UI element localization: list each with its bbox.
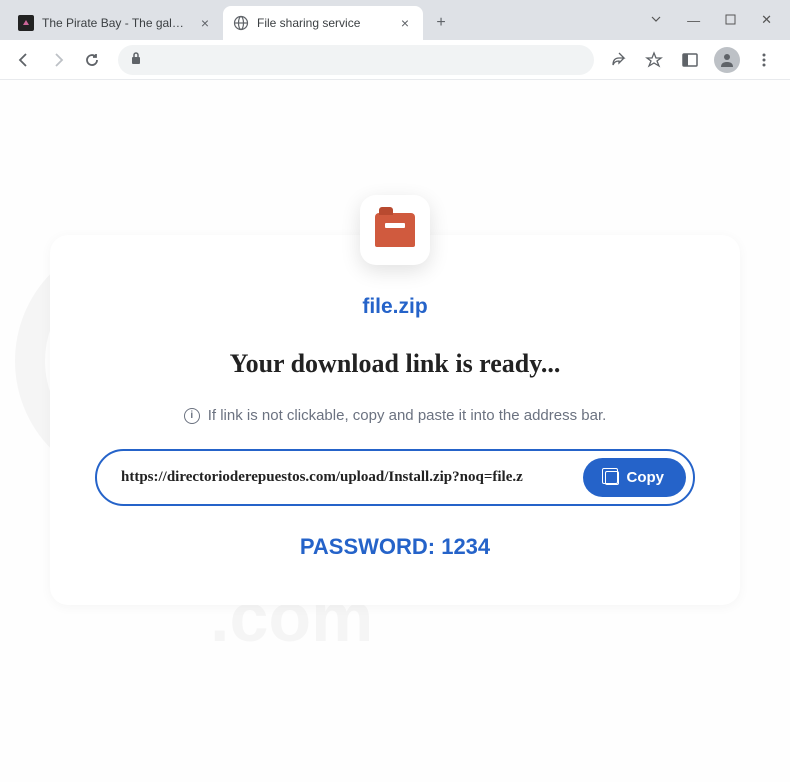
- reload-button[interactable]: [78, 46, 106, 74]
- globe-icon: [233, 15, 249, 31]
- download-card: file.zip Your download link is ready... …: [50, 235, 740, 605]
- page-content: risk .com file.zip Your download link is…: [0, 80, 790, 782]
- favicon-dark: [18, 15, 34, 31]
- profile-avatar[interactable]: [714, 47, 740, 73]
- new-tab-button[interactable]: +: [427, 9, 455, 37]
- browser-toolbar: [0, 40, 790, 80]
- copy-icon: [605, 471, 619, 485]
- copy-button[interactable]: Copy: [583, 458, 687, 497]
- close-icon[interactable]: ✕: [761, 12, 772, 28]
- instruction-label: If link is not clickable, copy and paste…: [208, 407, 607, 424]
- menu-icon[interactable]: [752, 48, 776, 72]
- back-button[interactable]: [10, 46, 38, 74]
- tab-close-icon[interactable]: ×: [197, 15, 213, 31]
- maximize-icon[interactable]: [725, 13, 736, 28]
- minimize-icon[interactable]: —: [687, 13, 700, 28]
- tab-title: The Pirate Bay - The galaxy's mos…: [42, 16, 189, 30]
- filename-label: file.zip: [362, 295, 427, 319]
- copy-label: Copy: [627, 469, 665, 486]
- share-icon[interactable]: [606, 48, 630, 72]
- instruction-text: i If link is not clickable, copy and pas…: [184, 407, 607, 424]
- chevron-down-icon[interactable]: [650, 13, 662, 28]
- headline: Your download link is ready...: [230, 349, 561, 379]
- lock-icon: [130, 51, 142, 68]
- file-icon: [360, 195, 430, 265]
- window-controls: — ✕: [650, 0, 790, 40]
- download-url[interactable]: https://directorioderepuestos.com/upload…: [121, 469, 583, 486]
- side-panel-icon[interactable]: [678, 48, 702, 72]
- forward-button[interactable]: [44, 46, 72, 74]
- tab-pirate-bay[interactable]: The Pirate Bay - The galaxy's mos… ×: [8, 6, 223, 40]
- tab-file-sharing[interactable]: File sharing service ×: [223, 6, 423, 40]
- toolbar-right: [606, 47, 780, 73]
- address-bar[interactable]: [118, 45, 594, 75]
- tab-title: File sharing service: [257, 16, 389, 30]
- url-row: https://directorioderepuestos.com/upload…: [95, 449, 695, 506]
- password-label: PASSWORD: 1234: [300, 534, 490, 560]
- bookmark-icon[interactable]: [642, 48, 666, 72]
- tab-close-icon[interactable]: ×: [397, 15, 413, 31]
- info-icon: i: [184, 408, 200, 424]
